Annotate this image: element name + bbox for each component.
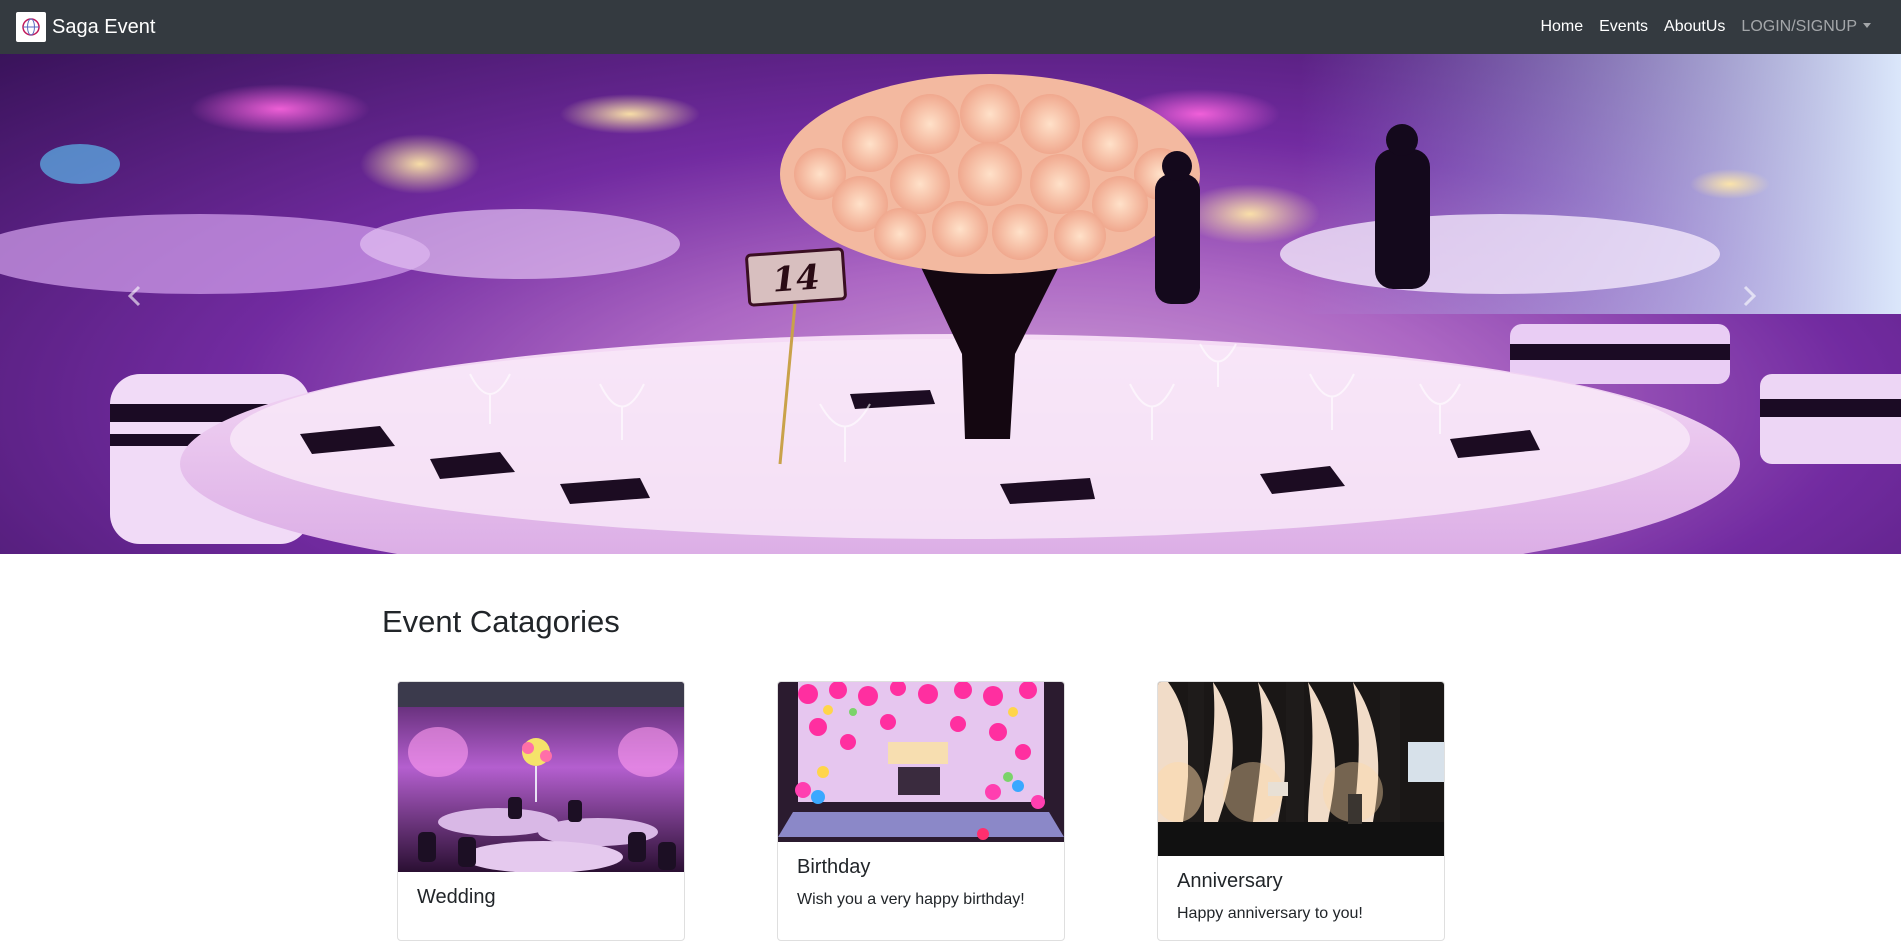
table-number-text: 14	[771, 257, 821, 300]
nav-aboutus[interactable]: AboutUs	[1656, 18, 1733, 36]
card-text: Wish you a very happy birthday!	[797, 891, 1025, 908]
event-card-anniversary[interactable]: Anniversary Happy anniversary to you!	[1157, 681, 1445, 941]
hero-carousel: 14	[0, 54, 1901, 554]
top-navbar: Saga Event Home Events AboutUs LOGIN/SIG…	[0, 0, 1901, 54]
brand-link[interactable]: Saga Event	[16, 12, 155, 42]
chevron-left-icon	[127, 285, 141, 307]
card-title: Anniversary	[1177, 870, 1283, 892]
carousel-next-button[interactable]	[1740, 284, 1780, 324]
card-text: Happy anniversary to you!	[1177, 905, 1363, 922]
chevron-right-icon	[1743, 285, 1757, 307]
nav-login-signup-label: LOGIN/SIGNUP	[1741, 18, 1857, 35]
nav-events[interactable]: Events	[1591, 18, 1656, 36]
brand-name: Saga Event	[52, 15, 156, 38]
brand-logo-icon	[16, 12, 46, 42]
event-card-birthday[interactable]: Birthday Wish you a very happy birthday!	[777, 681, 1065, 941]
section-title: Event Catagories	[382, 604, 620, 639]
birthday-image	[778, 682, 1064, 842]
event-card-wedding[interactable]: Wedding	[397, 681, 685, 941]
anniversary-image	[1158, 682, 1444, 856]
nav-links: Home Events AboutUs LOGIN/SIGNUP	[1532, 0, 1879, 54]
card-title: Birthday	[797, 856, 871, 878]
card-title: Wedding	[417, 886, 496, 908]
nav-home[interactable]: Home	[1532, 18, 1591, 36]
nav-login-signup-dropdown[interactable]: LOGIN/SIGNUP	[1733, 18, 1879, 36]
caret-down-icon	[1863, 23, 1871, 28]
carousel-prev-button[interactable]	[124, 284, 164, 324]
hero-banquet-image: 14	[0, 54, 1901, 554]
wedding-image	[398, 682, 684, 872]
